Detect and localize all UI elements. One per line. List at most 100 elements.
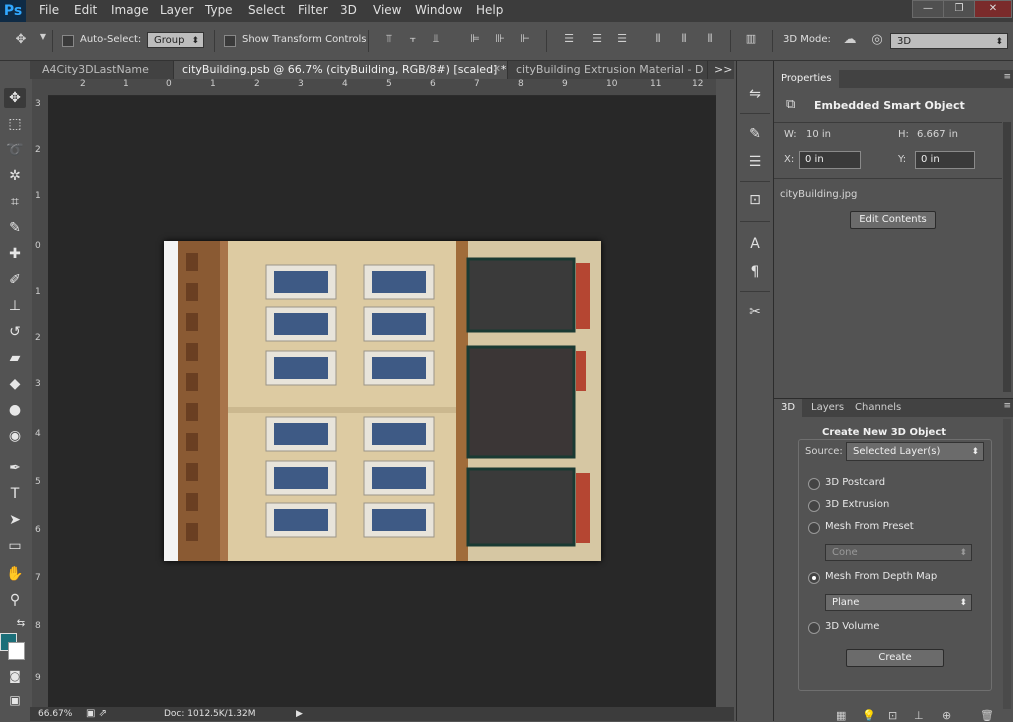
distribute-right-icon[interactable]: ⦀ [703, 32, 717, 48]
filter-scene-icon[interactable]: ▦ [836, 709, 846, 722]
zoom-level[interactable]: 66.67% [38, 707, 72, 721]
3d-roll-icon[interactable]: ◎ [870, 32, 884, 48]
status-menu-arrow[interactable]: ▶ [296, 707, 303, 721]
minimize-button[interactable]: — [912, 0, 944, 18]
radio-3d-postcard[interactable] [808, 478, 820, 490]
tab-a4city3d[interactable]: A4City3DLastName [34, 61, 174, 79]
character-panel-icon[interactable]: A [743, 233, 767, 255]
menu-help[interactable]: Help [476, 3, 503, 17]
paint-bucket-tool-icon[interactable]: ◆ [4, 374, 26, 394]
move-tool-icon[interactable]: ✥ [4, 88, 26, 108]
zoom-tool-icon[interactable]: ⚲ [4, 590, 26, 610]
vertical-ruler[interactable]: 3 2 1 0 1 2 3 4 5 6 7 8 9 [32, 95, 49, 707]
menu-window[interactable]: Window [415, 3, 462, 17]
lasso-tool-icon[interactable]: ➰ [4, 140, 26, 160]
menu-select[interactable]: Select [248, 3, 285, 17]
show-transform-checkbox[interactable] [224, 35, 236, 47]
radio-3d-volume[interactable] [808, 622, 820, 634]
preset-dropdown[interactable]: Cone [825, 544, 972, 561]
new-light-icon[interactable]: ⊕ [942, 709, 951, 722]
rectangle-tool-icon[interactable]: ▭ [4, 536, 26, 556]
eyedropper-tool-icon[interactable]: ✎ [4, 218, 26, 238]
3d-mode-dropdown[interactable]: 3D [890, 33, 1008, 50]
background-color-swatch[interactable] [8, 642, 25, 660]
menu-3d[interactable]: 3D [340, 3, 357, 17]
panel-menu-icon[interactable]: ≡ [1003, 401, 1011, 411]
auto-select-target-dropdown[interactable]: Group [147, 32, 204, 49]
distribute-left-icon[interactable]: ⦀ [651, 32, 665, 48]
clone-stamp-tool-icon[interactable]: ⊥ [4, 296, 26, 316]
render-icon[interactable]: ⊡ [888, 709, 897, 722]
dodge-tool-icon[interactable]: ◉ [4, 426, 26, 446]
blur-tool-icon[interactable]: ● [4, 400, 26, 420]
crop-tool-icon[interactable]: ⌗ [4, 192, 26, 212]
menu-view[interactable]: View [373, 3, 401, 17]
tab-citybuilding-psb[interactable]: cityBuilding.psb @ 66.7% (cityBuilding, … [174, 61, 508, 79]
align-right-icon[interactable]: ⊩ [518, 32, 532, 48]
healing-brush-tool-icon[interactable]: ✚ [4, 244, 26, 264]
menu-filter[interactable]: Filter [298, 3, 328, 17]
hand-tool-icon[interactable]: ✋ [4, 564, 26, 584]
eraser-tool-icon[interactable]: ▰ [4, 348, 26, 368]
ruler-origin[interactable] [32, 79, 48, 95]
tab-properties[interactable]: Properties [774, 70, 839, 88]
close-tab-icon[interactable]: ✕ [493, 61, 501, 79]
align-top-icon[interactable]: ⫪ [382, 32, 396, 48]
move-tool-icon[interactable]: ✥ [14, 32, 28, 48]
layer-comps-icon[interactable]: ⊡ [743, 189, 767, 211]
auto-align-layers-icon[interactable]: ▥ [744, 32, 758, 48]
delete-icon[interactable]: 🗑 [980, 709, 994, 722]
auto-select-checkbox[interactable] [62, 35, 74, 47]
quick-mask-icon[interactable]: ◙ [4, 666, 26, 686]
restore-button[interactable]: ❐ [943, 0, 975, 18]
menu-layer[interactable]: Layer [160, 3, 193, 17]
y-position-input[interactable]: 0 in [915, 151, 975, 169]
radio-mesh-from-preset[interactable] [808, 522, 820, 534]
radio-mesh-from-depth-map[interactable] [808, 572, 820, 584]
distribute-bottom-icon[interactable]: ☰ [615, 32, 629, 48]
depth-map-dropdown[interactable]: Plane [825, 594, 972, 611]
screen-mode-icon[interactable]: ▣ [4, 690, 26, 710]
tab-channels[interactable]: Channels [848, 399, 908, 417]
close-button[interactable]: ✕ [974, 0, 1012, 18]
align-left-icon[interactable]: ⊫ [468, 32, 482, 48]
distribute-vcenter-icon[interactable]: ☰ [590, 32, 604, 48]
status-icons[interactable]: ▣ ⇗ [86, 707, 107, 721]
brush-tool-icon[interactable]: ✐ [4, 270, 26, 290]
align-bottom-icon[interactable]: ⫫ [429, 32, 443, 48]
add-light-icon[interactable]: 💡 [862, 709, 876, 722]
align-vcenter-icon[interactable]: ⫟ [406, 32, 420, 48]
menu-image[interactable]: Image [111, 3, 149, 17]
distribute-top-icon[interactable]: ☰ [562, 32, 576, 48]
properties-scrollbar[interactable] [1003, 122, 1011, 392]
swap-colors-icon[interactable]: ⇆ [14, 614, 28, 634]
tab-layers[interactable]: Layers [804, 399, 851, 417]
menu-type[interactable]: Type [205, 3, 233, 17]
pen-tool-icon[interactable]: ✒ [4, 458, 26, 478]
tool-presets-icon[interactable]: ✂ [743, 301, 767, 323]
path-selection-tool-icon[interactable]: ➤ [4, 510, 26, 530]
tab-extrusion-material[interactable]: cityBuilding Extrusion Material - D [508, 61, 708, 79]
menu-file[interactable]: File [39, 3, 59, 17]
paragraph-panel-icon[interactable]: ¶ [743, 261, 767, 283]
tabs-overflow-button[interactable]: >> [714, 63, 732, 76]
type-tool-icon[interactable]: T [4, 484, 26, 504]
marquee-tool-icon[interactable]: ⬚ [4, 114, 26, 134]
x-position-input[interactable]: 0 in [799, 151, 861, 169]
create-button[interactable]: Create [846, 649, 944, 667]
history-brush-tool-icon[interactable]: ↺ [4, 322, 26, 342]
magic-wand-tool-icon[interactable]: ✲ [4, 166, 26, 186]
adjustments-icon[interactable]: ☰ [743, 151, 767, 173]
horizontal-ruler[interactable]: 2 1 0 1 2 3 4 5 6 7 8 9 10 11 12 [48, 79, 716, 96]
document-image[interactable] [164, 241, 601, 561]
3d-panel-scrollbar[interactable] [1003, 419, 1011, 709]
tool-preset-dropdown-icon[interactable]: ▼ [36, 32, 50, 48]
menu-edit[interactable]: Edit [74, 3, 97, 17]
source-dropdown[interactable]: Selected Layer(s) [846, 442, 984, 461]
3d-orbit-icon[interactable]: ☁ [843, 32, 857, 48]
brush-presets-icon[interactable]: ✎ [743, 123, 767, 145]
radio-3d-extrusion[interactable] [808, 500, 820, 512]
history-panel-icon[interactable]: ⇋ [743, 83, 767, 105]
edit-contents-button[interactable]: Edit Contents [850, 211, 936, 229]
distribute-hcenter-icon[interactable]: ⦀ [677, 32, 691, 48]
